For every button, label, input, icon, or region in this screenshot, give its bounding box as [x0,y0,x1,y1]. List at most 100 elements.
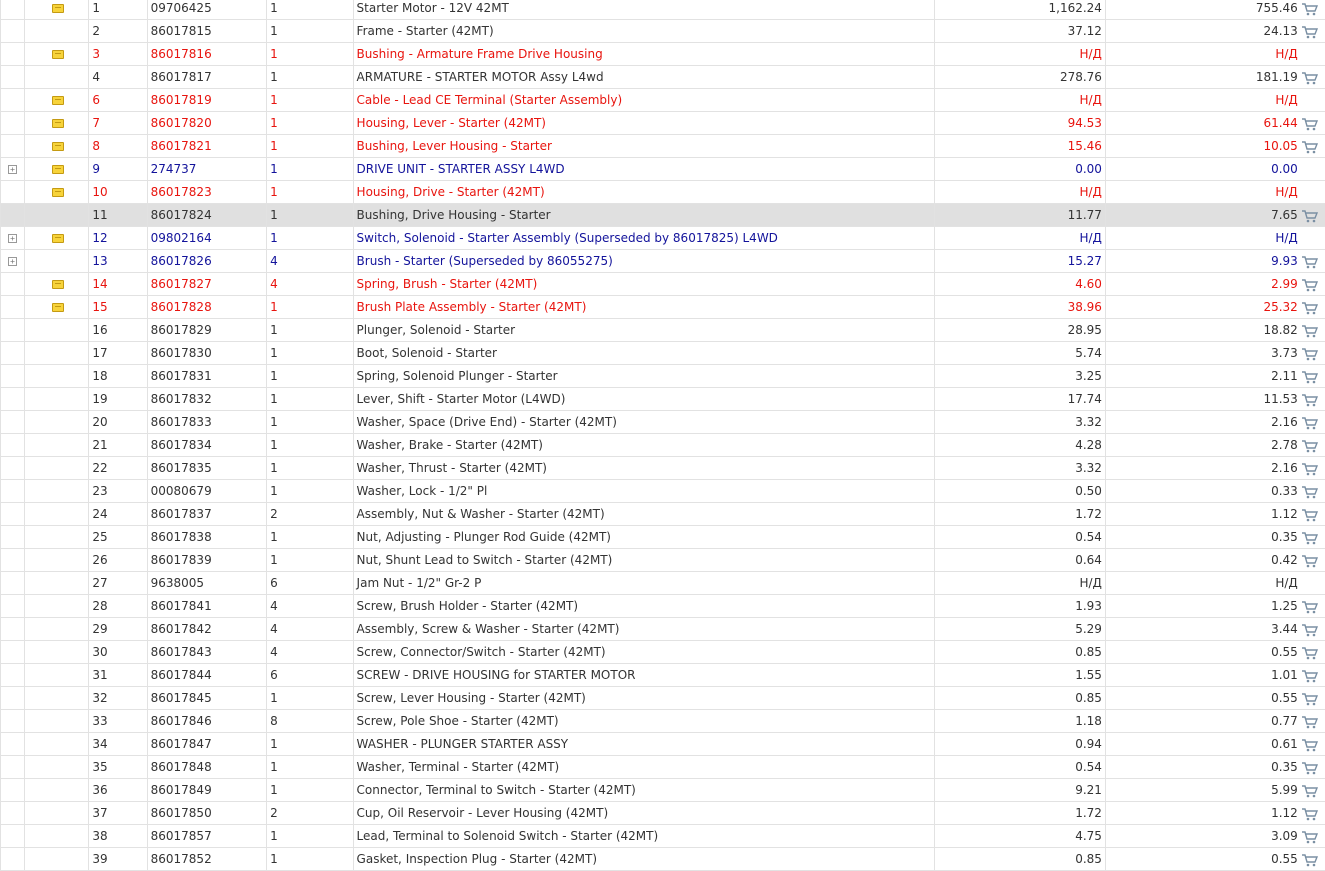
table-row[interactable]: 35860178481Washer, Terminal - Starter (4… [1,756,1325,779]
cart-icon[interactable] [1301,599,1319,613]
cart-cell[interactable] [1301,411,1325,434]
cart-cell[interactable] [1301,342,1325,365]
note-icon[interactable] [52,119,64,128]
cart-icon[interactable] [1301,438,1319,452]
table-row[interactable]: 2860178151Frame - Starter (42MT)37.1224.… [1,20,1325,43]
cart-icon[interactable] [1301,300,1319,314]
cart-cell[interactable] [1301,296,1325,319]
cart-icon[interactable] [1301,24,1319,38]
cart-icon[interactable] [1301,208,1319,222]
cart-cell[interactable] [1301,503,1325,526]
table-row[interactable]: 34860178471WASHER - PLUNGER STARTER ASSY… [1,733,1325,756]
expand-cell[interactable]: + [1,158,25,181]
table-row[interactable]: 22860178351Washer, Thrust - Starter (42M… [1,457,1325,480]
cart-icon[interactable] [1301,1,1319,15]
cart-cell[interactable] [1301,595,1325,618]
table-row[interactable]: 3860178161Bushing - Armature Frame Drive… [1,43,1325,66]
table-row[interactable]: 6860178191Cable - Lead CE Terminal (Star… [1,89,1325,112]
table-row[interactable]: 4860178171ARMATURE - STARTER MOTOR Assy … [1,66,1325,89]
table-row[interactable]: 15860178281Brush Plate Assembly - Starte… [1,296,1325,319]
note-icon[interactable] [52,234,64,243]
expand-plus-icon[interactable]: + [8,234,17,243]
cart-cell[interactable] [1301,618,1325,641]
cart-cell[interactable] [1301,480,1325,503]
note-icon[interactable] [52,96,64,105]
table-row[interactable]: 38860178571Lead, Terminal to Solenoid Sw… [1,825,1325,848]
expand-plus-icon[interactable]: + [8,165,17,174]
table-row[interactable]: 32860178451Screw, Lever Housing - Starte… [1,687,1325,710]
cart-cell[interactable] [1301,687,1325,710]
cart-icon[interactable] [1301,691,1319,705]
cart-icon[interactable] [1301,622,1319,636]
table-row[interactable]: 23000806791Washer, Lock - 1/2" Pl0.500.3… [1,480,1325,503]
table-row[interactable]: 39860178521Gasket, Inspection Plug - Sta… [1,848,1325,871]
table-row[interactable]: 36860178491Connector, Terminal to Switch… [1,779,1325,802]
table-row[interactable]: 1097064251Starter Motor - 12V 42MT1,162.… [1,0,1325,20]
table-row[interactable]: 30860178434Screw, Connector/Switch - Sta… [1,641,1325,664]
cart-cell[interactable] [1301,526,1325,549]
cart-cell[interactable] [1301,756,1325,779]
cart-cell[interactable] [1301,825,1325,848]
cart-cell[interactable] [1301,641,1325,664]
table-row[interactable]: +13860178264Brush - Starter (Superseded … [1,250,1325,273]
cart-icon[interactable] [1301,139,1319,153]
cart-icon[interactable] [1301,70,1319,84]
table-row[interactable]: 24860178372Assembly, Nut & Washer - Star… [1,503,1325,526]
table-row[interactable]: +92747371DRIVE UNIT - STARTER ASSY L4WD0… [1,158,1325,181]
note-icon[interactable] [52,4,64,13]
table-row[interactable]: 18860178311Spring, Solenoid Plunger - St… [1,365,1325,388]
table-row[interactable]: 31860178446SCREW - DRIVE HOUSING for STA… [1,664,1325,687]
cart-icon[interactable] [1301,346,1319,360]
cart-cell[interactable] [1301,365,1325,388]
cart-cell[interactable] [1301,319,1325,342]
cart-cell[interactable] [1301,848,1325,871]
cart-cell[interactable] [1301,273,1325,296]
cart-icon[interactable] [1301,277,1319,291]
cart-cell[interactable] [1301,434,1325,457]
table-row[interactable]: 10860178231Housing, Drive - Starter (42M… [1,181,1325,204]
table-row[interactable]: 28860178414Screw, Brush Holder - Starter… [1,595,1325,618]
cart-icon[interactable] [1301,852,1319,866]
cart-icon[interactable] [1301,415,1319,429]
cart-cell[interactable] [1301,250,1325,273]
table-row[interactable]: 33860178468Screw, Pole Shoe - Starter (4… [1,710,1325,733]
cart-icon[interactable] [1301,553,1319,567]
cart-icon[interactable] [1301,461,1319,475]
cart-icon[interactable] [1301,760,1319,774]
note-icon[interactable] [52,303,64,312]
cart-icon[interactable] [1301,806,1319,820]
table-row[interactable]: 20860178331Washer, Space (Drive End) - S… [1,411,1325,434]
cart-cell[interactable] [1301,112,1325,135]
cart-icon[interactable] [1301,369,1319,383]
cart-icon[interactable] [1301,645,1319,659]
note-icon[interactable] [52,188,64,197]
cart-cell[interactable] [1301,204,1325,227]
note-icon[interactable] [52,280,64,289]
cart-cell[interactable] [1301,664,1325,687]
table-row[interactable]: 17860178301Boot, Solenoid - Starter5.743… [1,342,1325,365]
cart-cell[interactable] [1301,135,1325,158]
cart-cell[interactable] [1301,0,1325,20]
cart-icon[interactable] [1301,714,1319,728]
cart-icon[interactable] [1301,116,1319,130]
cart-cell[interactable] [1301,388,1325,411]
cart-cell[interactable] [1301,779,1325,802]
cart-icon[interactable] [1301,783,1319,797]
cart-icon[interactable] [1301,507,1319,521]
note-icon[interactable] [52,165,64,174]
cart-cell[interactable] [1301,802,1325,825]
expand-plus-icon[interactable]: + [8,257,17,266]
note-icon[interactable] [52,142,64,151]
table-row[interactable]: 16860178291Plunger, Solenoid - Starter28… [1,319,1325,342]
cart-icon[interactable] [1301,254,1319,268]
cart-cell[interactable] [1301,20,1325,43]
table-row[interactable]: 14860178274Spring, Brush - Starter (42MT… [1,273,1325,296]
cart-cell[interactable] [1301,549,1325,572]
table-row[interactable]: 21860178341Washer, Brake - Starter (42MT… [1,434,1325,457]
cart-cell[interactable] [1301,457,1325,480]
expand-cell[interactable]: + [1,250,25,273]
expand-cell[interactable]: + [1,227,25,250]
table-row[interactable]: 7860178201Housing, Lever - Starter (42MT… [1,112,1325,135]
table-row[interactable]: 8860178211Bushing, Lever Housing - Start… [1,135,1325,158]
table-row[interactable]: 11860178241Bushing, Drive Housing - Star… [1,204,1325,227]
